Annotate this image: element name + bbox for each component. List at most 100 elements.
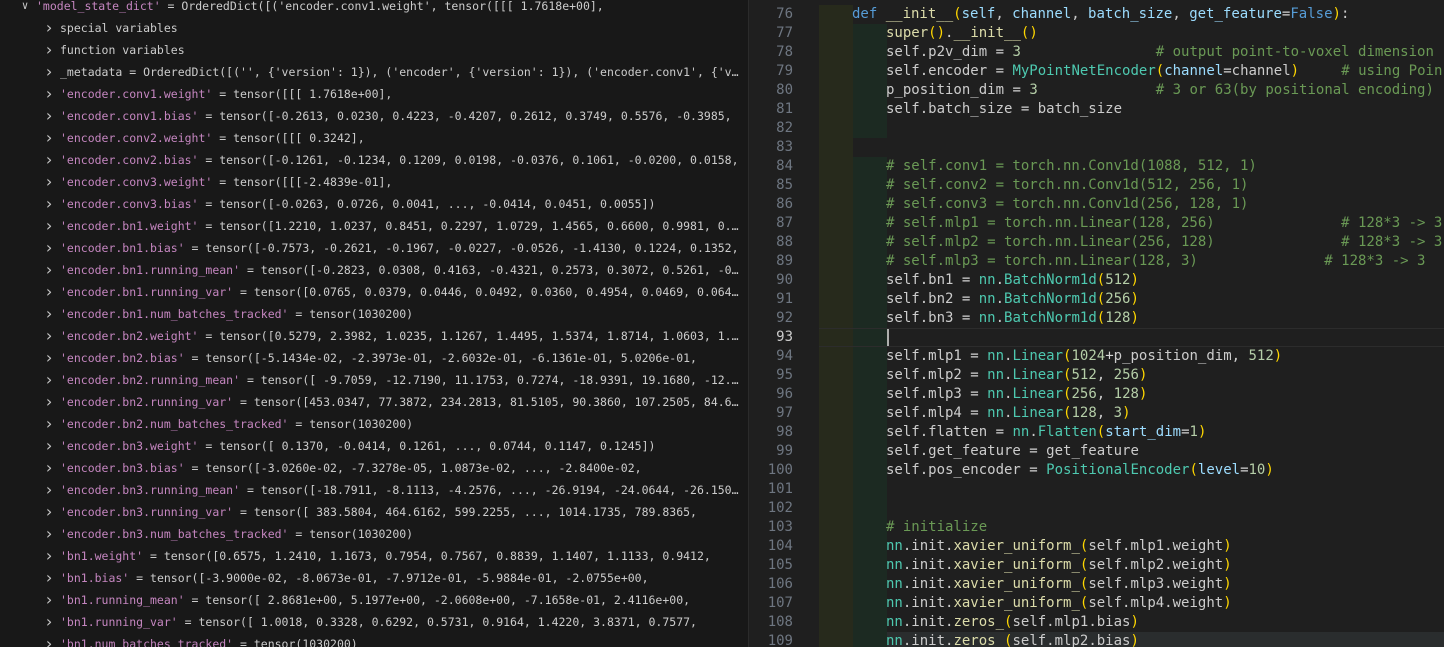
code-editor[interactable]: 76 def __init__(self, channel, batch_size… [749,0,1444,647]
variable-row[interactable]: ›'encoder.conv1.bias' = tensor([-0.2613,… [0,106,748,128]
variable-row[interactable]: ›'encoder.bn2.num_batches_tracked' = ten… [0,414,748,436]
code-line[interactable]: 88 # self.mlp2 = torch.nn.Linear(256, 128… [749,233,1444,252]
chevron-right-icon[interactable]: › [42,194,56,214]
code-line[interactable]: 109 nn.init.zeros_(self.mlp2.bias) [749,632,1444,647]
variable-row[interactable]: ›'encoder.bn2.running_mean' = tensor([ -… [0,370,748,392]
chevron-right-icon[interactable]: › [42,62,56,82]
variable-row[interactable]: ›'encoder.bn1.running_var' = tensor([0.0… [0,282,748,304]
code-line[interactable]: 83 [749,138,1444,157]
chevron-right-icon[interactable]: › [42,128,56,148]
chevron-right-icon[interactable]: › [42,260,56,280]
code-line[interactable]: 78 self.p2v_dim = 3 # output point-to-vox… [749,43,1444,62]
variable-row[interactable]: ›'encoder.bn2.bias' = tensor([-5.1434e-0… [0,348,748,370]
code-line[interactable]: 90 self.bn1 = nn.BatchNorm1d(512) [749,271,1444,290]
chevron-right-icon[interactable]: › [42,304,56,324]
code-line[interactable]: 103 # initialize [749,518,1444,537]
code-token: self.mlp1 [886,348,971,364]
code-line[interactable]: 106 nn.init.xavier_uniform_(self.mlp3.wei… [749,575,1444,594]
code-line[interactable]: 99 self.get_feature = get_feature [749,442,1444,461]
code-line[interactable]: 81 self.batch_size = batch_size [749,100,1444,119]
chevron-right-icon[interactable]: › [42,458,56,478]
variable-row[interactable]: ›'encoder.bn3.num_batches_tracked' = ten… [0,524,748,546]
chevron-right-icon[interactable]: › [42,480,56,500]
code-line[interactable]: 104 nn.init.xavier_uniform_(self.mlp1.wei… [749,537,1444,556]
code-line[interactable]: 89 # self.mlp3 = torch.nn.Linear(128, 3) … [749,252,1444,271]
variable-row[interactable]: ›'encoder.conv2.bias' = tensor([-0.1261,… [0,150,748,172]
variable-row[interactable]: ›'encoder.bn1.num_batches_tracked' = ten… [0,304,748,326]
code-line[interactable]: 86 # self.conv3 = torch.nn.Conv1d(256, 12… [749,195,1444,214]
code-line[interactable]: 96 self.mlp3 = nn.Linear(256, 128) [749,385,1444,404]
variable-row[interactable]: ›'encoder.conv3.bias' = tensor([-0.0263,… [0,194,748,216]
variable-row[interactable]: ›'encoder.bn1.weight' = tensor([1.2210, … [0,216,748,238]
chevron-right-icon[interactable]: › [42,568,56,588]
variable-row[interactable]: ›'encoder.bn1.running_mean' = tensor([-0… [0,260,748,282]
chevron-right-icon[interactable]: › [42,370,56,390]
chevron-right-icon[interactable]: › [42,84,56,104]
variable-row[interactable]: ›'bn1.weight' = tensor([0.6575, 1.2410, … [0,546,748,568]
chevron-right-icon[interactable]: › [42,150,56,170]
code-line[interactable]: 108 nn.init.zeros_(self.mlp1.bias) [749,613,1444,632]
code-line[interactable]: 87 # self.mlp1 = torch.nn.Linear(128, 256… [749,214,1444,233]
code-line[interactable]: 107 nn.init.xavier_uniform_(self.mlp4.wei… [749,594,1444,613]
chevron-right-icon[interactable]: › [42,392,56,412]
code-line[interactable]: 79 self.encoder = MyPointNetEncoder(chann… [749,62,1444,81]
code-line[interactable]: 82 [749,119,1444,138]
code-line[interactable]: 85 # self.conv2 = torch.nn.Conv1d(512, 25… [749,176,1444,195]
code-line[interactable]: 98 self.flatten = nn.Flatten(start_dim=1) [749,423,1444,442]
variable-key: 'encoder.bn2.num_batches_tracked' [60,417,289,431]
code-line[interactable]: 84 # self.conv1 = torch.nn.Conv1d(1088, 5… [749,157,1444,176]
variable-group[interactable]: › function variables [0,40,748,62]
code-line[interactable]: 93 [749,328,1444,347]
chevron-right-icon[interactable]: › [42,326,56,346]
variable-row[interactable]: ∨'model_state_dict' = OrderedDict([('enc… [0,0,748,18]
code-line[interactable]: 102 [749,499,1444,518]
chevron-right-icon[interactable]: › [42,216,56,236]
variable-row[interactable]: › 'bn1.num_batches_tracked' = tensor(1030… [0,634,748,647]
chevron-right-icon[interactable]: › [42,546,56,566]
chevron-right-icon[interactable]: › [42,634,56,647]
variable-row[interactable]: ›'encoder.bn3.running_var' = tensor([ 38… [0,502,748,524]
variable-row[interactable]: ›'encoder.conv1.weight' = tensor([[[ 1.7… [0,84,748,106]
variable-row[interactable]: ›'bn1.bias' = tensor([-3.9000e-02, -8.06… [0,568,748,590]
code-line[interactable]: 97 self.mlp4 = nn.Linear(128, 3) [749,404,1444,423]
chevron-right-icon[interactable]: › [42,238,56,258]
chevron-right-icon[interactable]: › [42,348,56,368]
chevron-right-icon[interactable]: › [42,18,56,38]
variable-row[interactable]: ›'bn1.running_var' = tensor([ 1.0018, 0.… [0,612,748,634]
variable-row[interactable]: ›'bn1.running_mean' = tensor([ 2.8681e+0… [0,590,748,612]
code-line[interactable]: 91 self.bn2 = nn.BatchNorm1d(256) [749,290,1444,309]
chevron-right-icon[interactable]: › [42,590,56,610]
chevron-right-icon[interactable]: › [42,172,56,192]
chevron-down-icon[interactable]: ∨ [18,0,32,16]
variable-row[interactable]: ›'encoder.bn2.running_var' = tensor([453… [0,392,748,414]
variable-row[interactable]: › _metadata = OrderedDict([('', {'version… [0,62,748,84]
chevron-right-icon[interactable]: › [42,612,56,632]
code-line[interactable]: 100 self.pos_encoder = PositionalEncoder(… [749,461,1444,480]
variable-group[interactable]: › special variables [0,18,748,40]
variable-row[interactable]: ›'encoder.bn3.running_mean' = tensor([-1… [0,480,748,502]
code-token: init [911,595,946,611]
code-line[interactable]: 101 [749,480,1444,499]
code-line[interactable]: 95 self.mlp2 = nn.Linear(512, 256) [749,366,1444,385]
variable-row[interactable]: ›'encoder.conv2.weight' = tensor([[[ 0.3… [0,128,748,150]
variable-row[interactable]: ›'encoder.bn2.weight' = tensor([0.5279, … [0,326,748,348]
variable-row[interactable]: ›'encoder.bn1.bias' = tensor([-0.7573, -… [0,238,748,260]
chevron-right-icon[interactable]: › [42,106,56,126]
chevron-right-icon[interactable]: › [42,436,56,456]
code-line[interactable]: 76 def __init__(self, channel, batch_size… [749,5,1444,24]
indent-guide [853,119,887,138]
chevron-right-icon[interactable]: › [42,40,56,60]
variable-row[interactable]: ›'encoder.bn3.bias' = tensor([-3.0260e-0… [0,458,748,480]
code-line[interactable]: 105 nn.init.xavier_uniform_(self.mlp2.wei… [749,556,1444,575]
code-text: self.mlp1 = nn.Linear(1024+p_position_di… [886,347,1282,366]
chevron-right-icon[interactable]: › [42,502,56,522]
chevron-right-icon[interactable]: › [42,414,56,434]
chevron-right-icon[interactable]: › [42,524,56,544]
code-line[interactable]: 77 super().__init__() [749,24,1444,43]
code-line[interactable]: 80 p_position_dim = 3 # 3 or 63(by positi… [749,81,1444,100]
variable-row[interactable]: ›'encoder.conv3.weight' = tensor([[[-2.4… [0,172,748,194]
code-line[interactable]: 94 self.mlp1 = nn.Linear(1024+p_position_… [749,347,1444,366]
code-line[interactable]: 92 self.bn3 = nn.BatchNorm1d(128) [749,309,1444,328]
chevron-right-icon[interactable]: › [42,282,56,302]
variable-row[interactable]: ›'encoder.bn3.weight' = tensor([ 0.1370,… [0,436,748,458]
